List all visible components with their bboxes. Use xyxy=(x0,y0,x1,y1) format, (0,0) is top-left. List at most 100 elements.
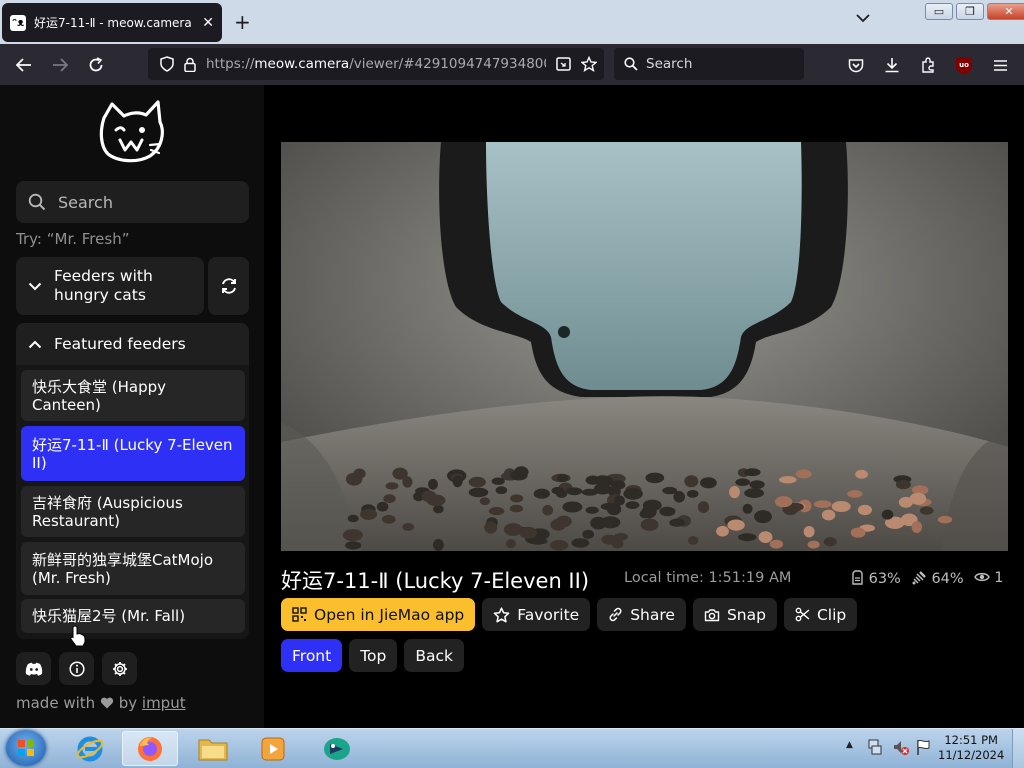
kibble-piece xyxy=(727,519,745,531)
back-view-button[interactable]: Back xyxy=(404,639,465,672)
feeder-item-mr-fresh[interactable]: 新鲜哥的独享城堡CatMojo (Mr. Fresh) xyxy=(21,542,245,595)
ublock-button[interactable]: uo xyxy=(951,52,977,78)
camera-view-switcher: Front Top Back xyxy=(281,639,465,672)
taskbar-media-player[interactable] xyxy=(245,731,301,766)
taskbar-explorer[interactable] xyxy=(185,731,241,766)
clock-date: 11/12/2024 xyxy=(938,748,1005,762)
kibble-piece xyxy=(383,494,396,504)
battery-stat: 64% xyxy=(911,570,964,587)
reload-button[interactable] xyxy=(83,52,109,78)
action-center-flag-icon[interactable] xyxy=(915,738,931,760)
forward-button[interactable] xyxy=(47,52,73,78)
clock-time: 12:51 PM xyxy=(944,733,998,747)
discord-button[interactable] xyxy=(16,652,51,685)
volume-muted-tray-icon[interactable] xyxy=(892,738,910,760)
search-hint: Try: “Mr. Fresh” xyxy=(16,230,130,248)
kibble-piece xyxy=(468,487,489,498)
top-view-button[interactable]: Top xyxy=(349,639,398,672)
lock-icon[interactable] xyxy=(184,57,196,72)
share-button[interactable]: Share xyxy=(597,598,686,631)
reader-view-icon[interactable] xyxy=(556,57,571,71)
made-with-credit: made with by imput xyxy=(16,694,186,712)
taskbar-internet-explorer[interactable] xyxy=(62,731,118,766)
meow-camera-logo[interactable] xyxy=(98,100,166,166)
menu-icon xyxy=(993,59,1007,71)
taskbar-firefox[interactable] xyxy=(122,731,178,766)
network-tray-icon[interactable] xyxy=(866,738,884,760)
start-button[interactable] xyxy=(6,730,46,766)
bookmark-star-icon[interactable] xyxy=(581,56,597,72)
url-text[interactable]: https://meow.camera/viewer/#429109474793… xyxy=(206,56,546,72)
kibble-piece xyxy=(625,501,640,509)
kibble-piece xyxy=(937,515,953,524)
kibble-piece xyxy=(402,523,414,531)
kibble-piece xyxy=(855,469,868,479)
kibble-piece xyxy=(857,504,873,516)
extensions-button[interactable] xyxy=(915,52,941,78)
satellite-icon xyxy=(912,571,926,585)
feeder-search-input[interactable]: Search xyxy=(16,181,249,223)
favorite-button[interactable]: Favorite xyxy=(482,598,591,631)
new-tab-button[interactable]: + xyxy=(234,10,251,34)
chevron-down-icon xyxy=(28,282,42,290)
browser-tab[interactable]: ᵔᴥ 好运7-11-Ⅱ - meow.camera ✕ xyxy=(2,3,222,42)
pocket-button[interactable] xyxy=(843,52,869,78)
kibble-piece xyxy=(428,478,438,490)
info-button[interactable] xyxy=(59,652,94,685)
show-hidden-icons-button[interactable]: ▲ xyxy=(846,740,853,750)
kibble-piece xyxy=(345,541,362,550)
kibble-piece xyxy=(758,531,773,543)
restore-button[interactable]: ❐ xyxy=(956,3,984,20)
kibble-piece xyxy=(831,501,851,512)
settings-button[interactable] xyxy=(102,652,137,685)
minimize-button[interactable]: ▭ xyxy=(925,3,953,20)
system-clock[interactable]: 12:51 PM 11/12/2024 xyxy=(938,733,1004,763)
author-link[interactable]: imput xyxy=(142,694,186,712)
kibble-piece xyxy=(669,518,685,527)
kibble-piece xyxy=(716,526,729,537)
close-window-button[interactable]: ✕ xyxy=(987,3,1024,20)
feeder-item-lucky-7-eleven[interactable]: 好运7-11-Ⅱ (Lucky 7-Eleven II) xyxy=(21,426,245,481)
back-button[interactable] xyxy=(11,52,37,78)
snap-button[interactable]: Snap xyxy=(692,598,777,631)
feeder-item-mr-fall[interactable]: 快乐猫屋2号 (Mr. Fall) xyxy=(21,599,245,633)
kibble-piece xyxy=(850,527,866,538)
feeder-item-auspicious-restaurant[interactable]: 吉祥食府 (Auspicious Restaurant) xyxy=(21,486,245,537)
browser-search-input[interactable]: Search xyxy=(614,48,804,80)
feeders-with-hungry-cats-toggle[interactable]: Feeders with hungry cats xyxy=(16,257,204,315)
open-in-jiemao-button[interactable]: Open in JieMao app xyxy=(281,598,476,631)
windows-logo-icon xyxy=(18,740,34,756)
discord-icon xyxy=(25,662,42,676)
front-view-button[interactable]: Front xyxy=(281,639,343,672)
kibble-piece xyxy=(700,477,717,489)
list-all-tabs-button[interactable] xyxy=(856,12,870,27)
star-icon xyxy=(493,606,510,622)
kibble-piece xyxy=(381,514,396,524)
featured-feeders-toggle[interactable]: Featured feeders xyxy=(16,323,249,365)
heart-icon xyxy=(100,697,114,709)
kibble-piece xyxy=(898,496,914,508)
feeder-item-label: 吉祥食府 (Auspicious Restaurant) xyxy=(32,493,183,530)
downloads-button[interactable] xyxy=(879,52,905,78)
taskbar-app[interactable] xyxy=(309,731,365,766)
kibble-piece xyxy=(433,504,444,514)
kibble-piece xyxy=(919,506,934,515)
refresh-icon xyxy=(221,278,236,294)
address-bar[interactable]: https://meow.camera/viewer/#429109474793… xyxy=(148,48,604,80)
kibble-piece xyxy=(803,526,815,538)
clip-button[interactable]: Clip xyxy=(783,598,858,631)
feeder-search-placeholder: Search xyxy=(58,192,113,212)
kibble-piece xyxy=(697,501,710,514)
made-with-by: by xyxy=(118,694,138,712)
shield-icon[interactable] xyxy=(160,56,174,72)
kibble-piece xyxy=(688,536,699,545)
feeder-item-happy-canteen[interactable]: 快乐大食堂 (Happy Canteen) xyxy=(21,370,245,421)
camera-icon xyxy=(704,608,720,621)
refresh-feeders-button[interactable] xyxy=(208,257,249,315)
viewers-value: 1 xyxy=(994,570,1004,586)
kibble-piece xyxy=(479,497,491,506)
app-menu-button[interactable] xyxy=(987,52,1013,78)
viewers-stat: 1 xyxy=(973,570,1004,587)
show-desktop-button[interactable] xyxy=(1012,729,1024,768)
close-tab-icon[interactable]: ✕ xyxy=(202,15,214,31)
